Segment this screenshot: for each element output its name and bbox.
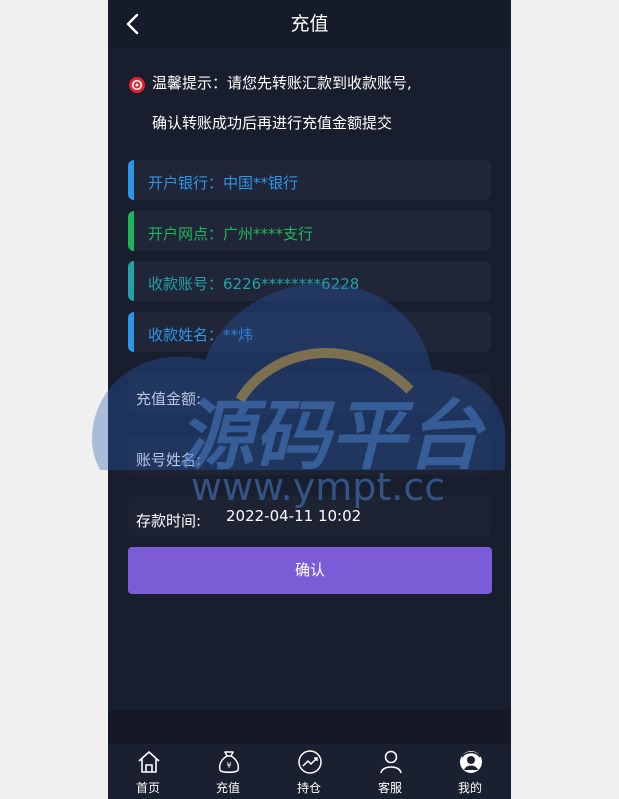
info-payee-text: 收款姓名：**炜 xyxy=(148,326,254,344)
trend-chart-icon xyxy=(298,750,322,774)
info-branch-text: 开户网点：广州****支行 xyxy=(148,225,314,243)
tab-service-label: 客服 xyxy=(377,781,402,795)
deposit-time-row[interactable]: 存款时间: 2022-04-11 10:02 xyxy=(128,496,491,536)
bottom-spacer xyxy=(108,711,511,744)
tab-positions[interactable]: 持仓 xyxy=(269,744,349,799)
tab-recharge[interactable]: ¥ 充值 xyxy=(188,744,268,799)
card-accent-bar xyxy=(128,211,134,251)
home-icon xyxy=(138,751,160,773)
info-payee: 收款姓名：**炜 xyxy=(128,312,491,352)
account-name-label: 账号姓名: xyxy=(136,451,202,469)
notice-text-line2: 确认转账成功后再进行充值金额提交 xyxy=(152,114,393,132)
tab-bar: 首页 ¥ 充值 持仓 客服 我的 xyxy=(108,744,511,799)
user-icon xyxy=(380,750,402,774)
amount-row: 充值金额: xyxy=(128,374,491,414)
tab-home-label: 首页 xyxy=(135,781,160,795)
amount-input[interactable] xyxy=(218,380,482,410)
alert-icon xyxy=(129,77,145,93)
deposit-time-value[interactable]: 2022-04-11 10:02 xyxy=(226,496,361,536)
info-bank-text: 开户银行：中国**银行 xyxy=(148,174,299,192)
svg-text:¥: ¥ xyxy=(226,761,231,770)
back-button[interactable] xyxy=(122,12,146,36)
tab-service[interactable]: 客服 xyxy=(350,744,430,799)
tab-recharge-label: 充值 xyxy=(215,781,240,795)
tab-home[interactable]: 首页 xyxy=(108,744,188,799)
tab-mine[interactable]: 我的 xyxy=(430,744,510,799)
phone-screen: 充值 温馨提示：请您先转账汇款到收款账号, 确认转账成功后再进行充值金额提交 开… xyxy=(108,0,511,799)
card-accent-bar xyxy=(128,261,134,301)
info-bank: 开户银行：中国**银行 xyxy=(128,160,491,200)
card-accent-bar xyxy=(128,312,134,352)
amount-label: 充值金额: xyxy=(136,390,202,408)
tab-mine-label: 我的 xyxy=(457,781,482,795)
chevron-left-icon xyxy=(126,13,139,35)
account-name-input[interactable] xyxy=(218,441,482,471)
top-bar: 充值 xyxy=(108,0,511,48)
deposit-time-label: 存款时间: xyxy=(136,512,202,530)
card-accent-bar xyxy=(128,160,134,200)
page-title: 充值 xyxy=(290,13,329,35)
notice-text-line1: 温馨提示：请您先转账汇款到收款账号, xyxy=(152,74,412,92)
money-bag-icon: ¥ xyxy=(218,751,240,773)
confirm-button[interactable]: 确认 xyxy=(128,547,492,594)
info-branch: 开户网点：广州****支行 xyxy=(128,211,491,251)
account-name-row: 账号姓名: xyxy=(128,435,491,475)
tab-positions-label: 持仓 xyxy=(296,781,321,795)
info-account-text: 收款账号：6226********6228 xyxy=(148,275,360,293)
info-account: 收款账号：6226********6228 xyxy=(128,261,491,301)
avatar-icon xyxy=(460,751,482,773)
